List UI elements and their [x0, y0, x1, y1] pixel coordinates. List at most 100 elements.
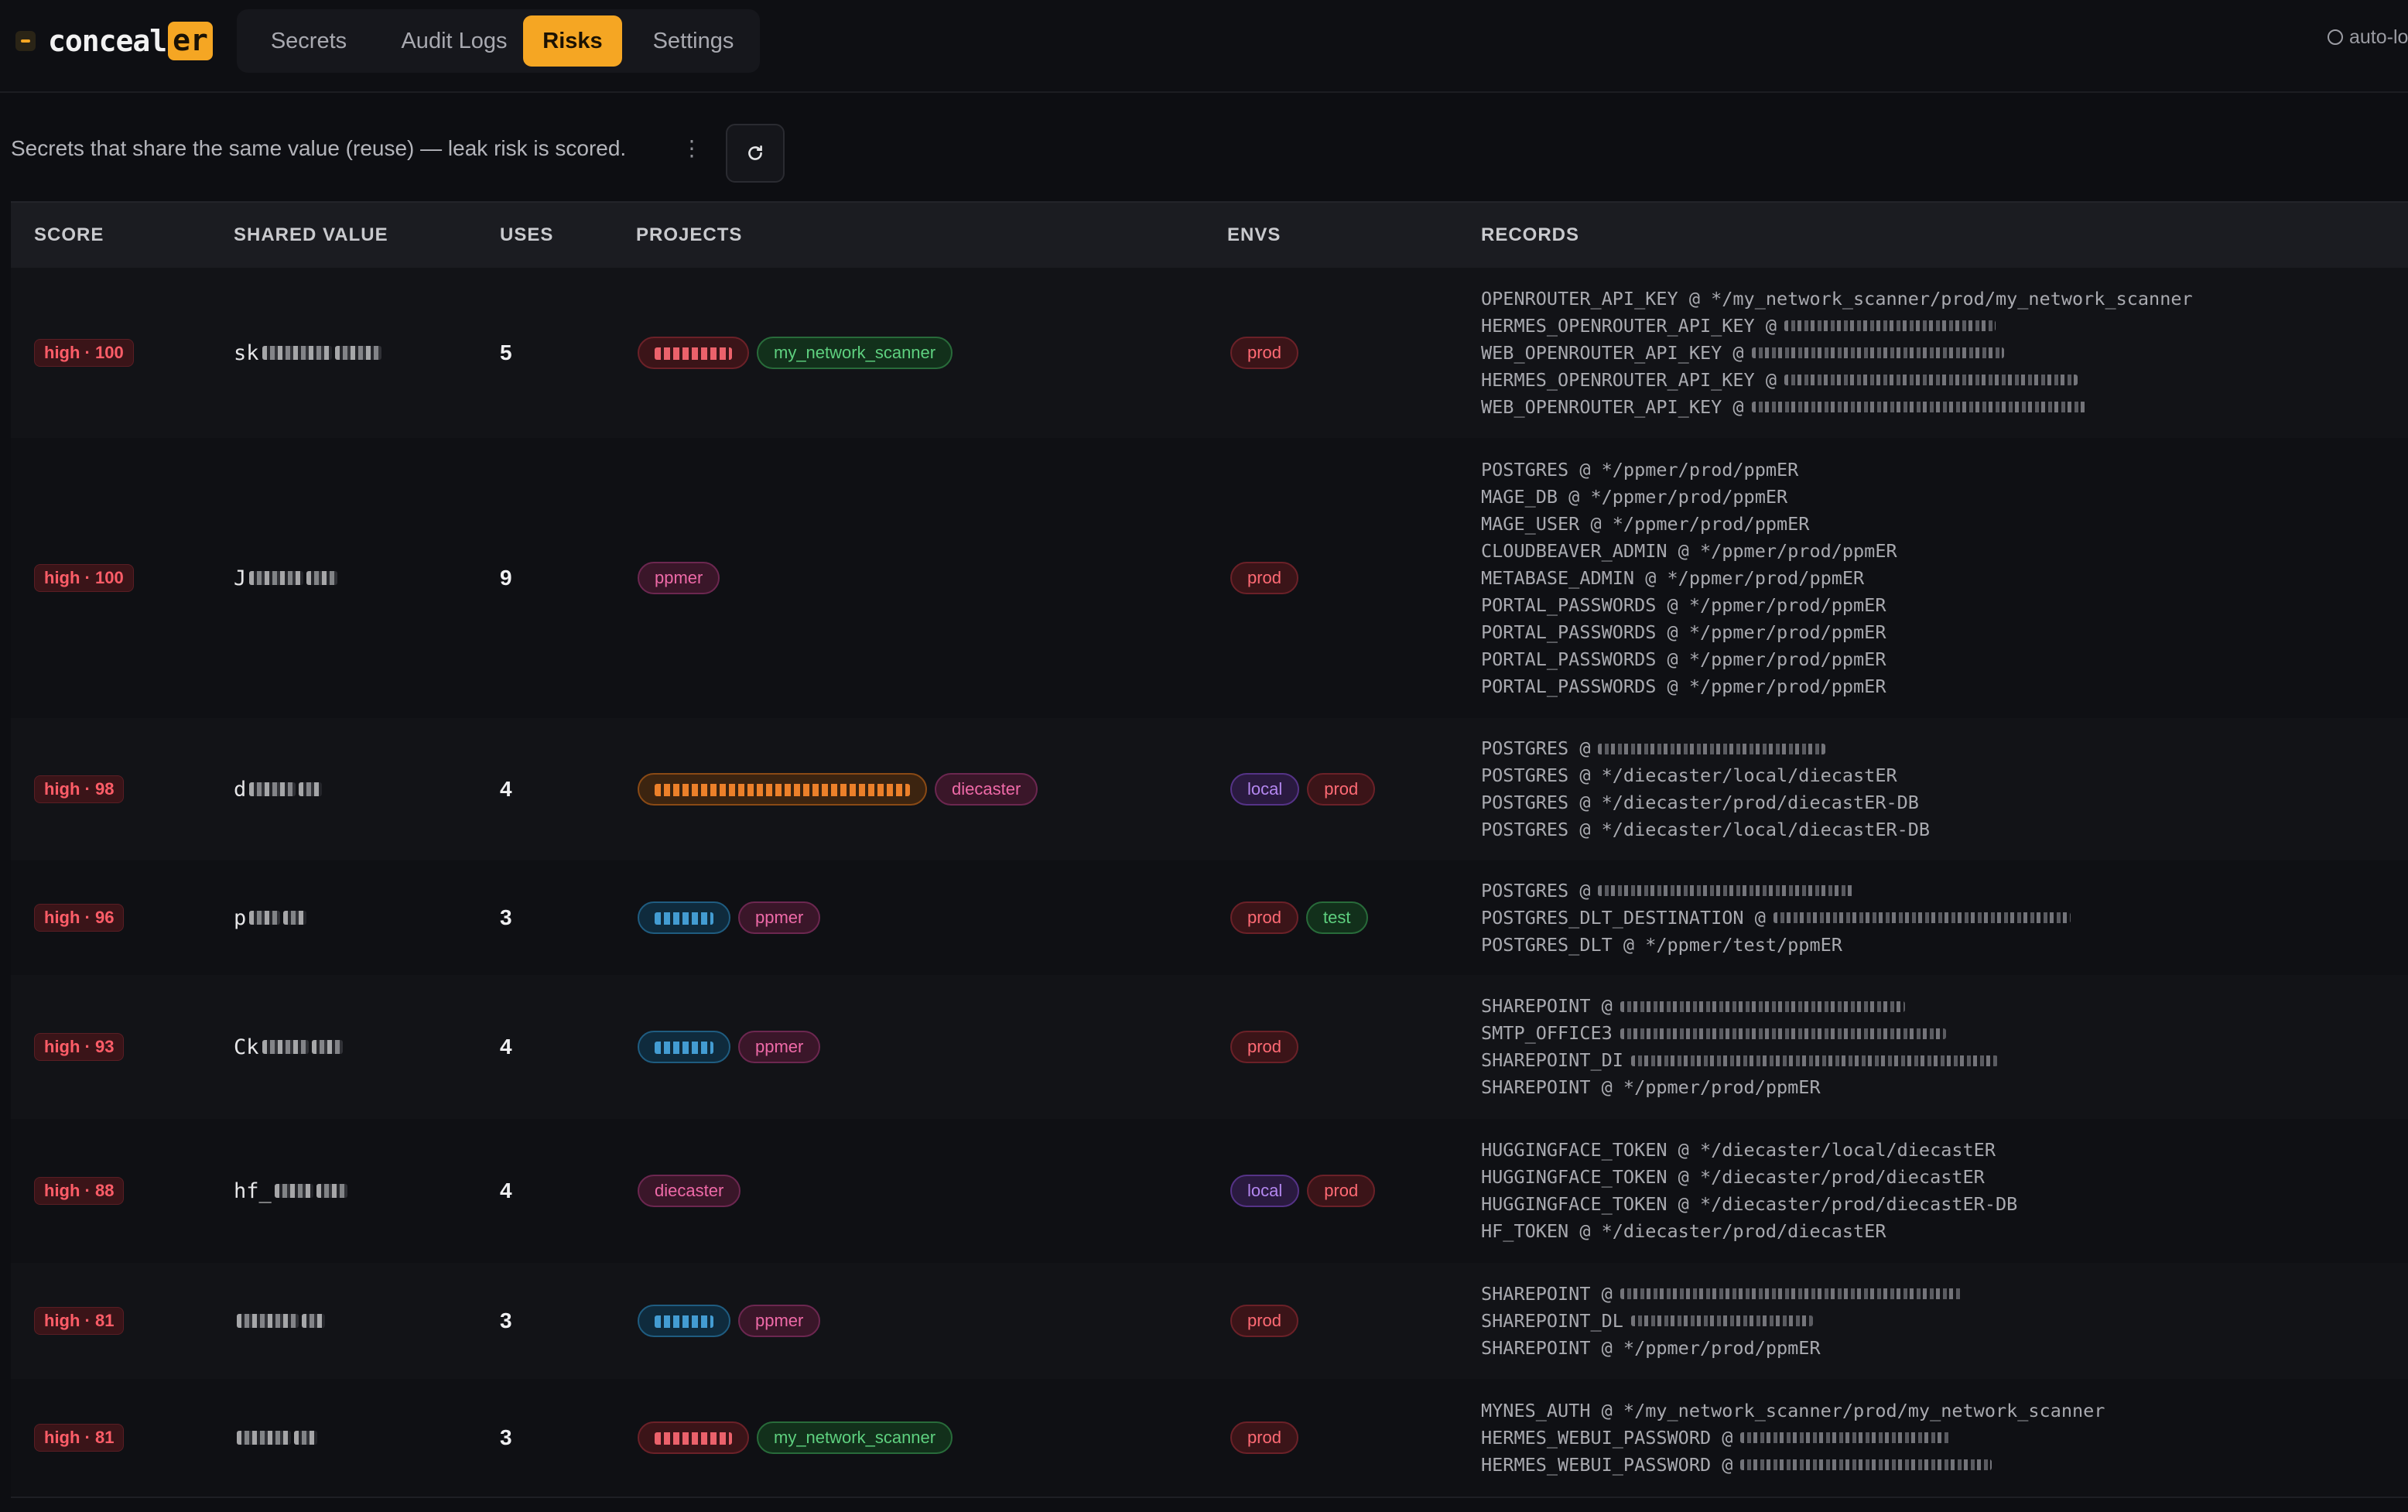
env-tag[interactable]: local: [1230, 1175, 1300, 1207]
record-line[interactable]: MYNES_AUTH @ */my_network_scanner/prod/m…: [1481, 1397, 2105, 1425]
env-tag[interactable]: prod: [1230, 901, 1299, 934]
record-line[interactable]: PORTAL_PASSWORDS @ */ppmer/prod/ppmER: [1481, 646, 1886, 673]
record-line[interactable]: POSTGRES @ */diecaster/prod/diecastER-DB: [1481, 789, 1919, 816]
record-line[interactable]: OPENROUTER_API_KEY @ */my_network_scanne…: [1481, 286, 2193, 313]
record-text: POSTGRES @: [1481, 879, 1591, 901]
record-line[interactable]: POSTGRES @: [1481, 877, 1855, 905]
table-row[interactable]: high · 98 d 4 diecaster local prod POSTGRES @ P…: [11, 718, 2408, 862]
env-tag[interactable]: prod: [1230, 1031, 1299, 1063]
record-line[interactable]: HF_TOKEN @ */diecaster/prod/diecastER: [1481, 1218, 1886, 1245]
col-uses[interactable]: USES: [500, 203, 553, 268]
record-line[interactable]: PORTAL_PASSWORDS @ */ppmer/prod/ppmER: [1481, 673, 1886, 700]
record-line[interactable]: HERMES_OPENROUTER_API_KEY @: [1481, 367, 2078, 394]
record-line[interactable]: SHAREPOINT @: [1481, 993, 1905, 1020]
auto-lock-indicator[interactable]: auto-lo: [2328, 26, 2408, 49]
env-tag[interactable]: local: [1230, 773, 1300, 806]
record-line[interactable]: HUGGINGFACE_TOKEN @ */diecaster/local/di…: [1481, 1137, 1996, 1164]
record-line[interactable]: SHAREPOINT @ */ppmer/prod/ppmER: [1481, 1335, 1821, 1362]
table-row[interactable]: high · 100 sk 5 my_network_scanner prod OPENR…: [11, 268, 2408, 440]
col-records[interactable]: RECORDS: [1481, 203, 1579, 268]
shared-value-cell[interactable]: p: [234, 860, 307, 975]
record-line[interactable]: PORTAL_PASSWORDS @ */ppmer/prod/ppmER: [1481, 592, 1886, 619]
record-text: SHAREPOINT @: [1481, 1282, 1613, 1305]
shared-value-prefix: Ck: [234, 1035, 259, 1059]
shared-value-cell[interactable]: [234, 1263, 325, 1379]
shared-value-cell[interactable]: d: [234, 718, 323, 860]
project-tag[interactable]: ppmer: [738, 1305, 821, 1337]
record-line[interactable]: SHAREPOINT_DI: [1481, 1047, 1998, 1074]
app-logo[interactable]: conceal er: [9, 17, 213, 65]
env-tag[interactable]: prod: [1307, 1175, 1376, 1207]
record-line[interactable]: MAGE_DB @ */ppmer/prod/ppmER: [1481, 484, 1787, 511]
record-line[interactable]: SHAREPOINT_DL: [1481, 1308, 1813, 1335]
table-row[interactable]: high · 96 p 3 ppmer prod test POSTGRES @ POSTGR…: [11, 860, 2408, 977]
more-options-icon[interactable]: ⋮: [681, 133, 703, 164]
col-envs[interactable]: ENVS: [1227, 203, 1281, 268]
project-tag[interactable]: ppmer: [738, 1031, 821, 1063]
record-text: SHAREPOINT @: [1481, 995, 1613, 1017]
record-line[interactable]: SMTP_OFFICE3: [1481, 1020, 1946, 1047]
col-projects[interactable]: PROJECTS: [636, 203, 742, 268]
project-tag[interactable]: [638, 1305, 730, 1337]
project-tag[interactable]: diecaster: [935, 773, 1038, 806]
table-row[interactable]: high · 81 3 ppmer prod SHAREPOINT @ SHAREPOIN…: [11, 1263, 2408, 1380]
record-line[interactable]: POSTGRES_DLT @ */ppmer/test/ppmER: [1481, 932, 1842, 959]
env-tag[interactable]: prod: [1230, 1305, 1299, 1337]
project-tag[interactable]: [638, 1031, 730, 1063]
project-tag[interactable]: [638, 1421, 749, 1454]
nav-secrets[interactable]: Secrets: [245, 15, 373, 67]
project-tag[interactable]: [638, 337, 749, 369]
record-line[interactable]: METABASE_ADMIN @ */ppmer/prod/ppmER: [1481, 565, 1864, 592]
project-tag[interactable]: diecaster: [638, 1175, 741, 1207]
record-line[interactable]: CLOUDBEAVER_ADMIN @ */ppmer/prod/ppmER: [1481, 538, 1897, 565]
col-shared-value[interactable]: SHARED VALUE: [234, 203, 388, 268]
score-badge: high · 100: [34, 339, 134, 367]
auto-lock-label: auto-lo: [2349, 26, 2408, 48]
record-line[interactable]: MAGE_USER @ */ppmer/prod/ppmER: [1481, 511, 1809, 538]
nav-risks[interactable]: Risks: [523, 15, 622, 67]
record-line[interactable]: WEB_OPENROUTER_API_KEY @: [1481, 394, 2086, 421]
project-tag[interactable]: my_network_scanner: [757, 1421, 953, 1454]
record-line[interactable]: HERMES_WEBUI_PASSWORD @: [1481, 1452, 1992, 1479]
shared-value-cell[interactable]: hf_: [234, 1119, 347, 1263]
record-line[interactable]: POSTGRES @: [1481, 735, 1826, 762]
record-line[interactable]: POSTGRES @ */ppmer/prod/ppmER: [1481, 457, 1798, 484]
env-tag[interactable]: prod: [1230, 1421, 1299, 1454]
project-tag[interactable]: my_network_scanner: [757, 337, 953, 369]
record-line[interactable]: HUGGINGFACE_TOKEN @ */diecaster/prod/die…: [1481, 1191, 2017, 1218]
record-line[interactable]: POSTGRES @ */diecaster/local/diecastER-D…: [1481, 816, 1930, 843]
top-bar: conceal er Secrets Audit Logs Risks Sett…: [0, 0, 2408, 93]
table-row[interactable]: high · 100 J 9 ppmer prod POSTGRES @ */ppmer/…: [11, 438, 2408, 720]
env-tag[interactable]: prod: [1230, 337, 1299, 369]
record-line[interactable]: WEB_OPENROUTER_API_KEY @: [1481, 340, 2004, 367]
project-tag[interactable]: ppmer: [738, 901, 821, 934]
project-tag[interactable]: [638, 773, 927, 806]
shared-value-cell[interactable]: sk: [234, 268, 381, 438]
record-line[interactable]: PORTAL_PASSWORDS @ */ppmer/prod/ppmER: [1481, 619, 1886, 646]
record-line[interactable]: HERMES_WEBUI_PASSWORD @: [1481, 1425, 1951, 1452]
record-line[interactable]: HUGGINGFACE_TOKEN @ */diecaster/prod/die…: [1481, 1164, 1985, 1191]
shared-value-cell[interactable]: Ck: [234, 975, 343, 1119]
shared-value-cell[interactable]: J: [234, 438, 338, 718]
score-cell: high · 81: [34, 1263, 125, 1379]
record-line[interactable]: POSTGRES @ */diecaster/local/diecastER: [1481, 762, 1897, 789]
table-row[interactable]: high · 88 hf_ 4 diecaster local prod HUGGINGFA…: [11, 1119, 2408, 1264]
shared-value-cell[interactable]: [234, 1379, 317, 1497]
record-line[interactable]: SHAREPOINT @ */ppmer/prod/ppmER: [1481, 1074, 1821, 1101]
nav-settings[interactable]: Settings: [630, 15, 757, 67]
redacted-path: [1620, 1288, 1962, 1299]
table-row[interactable]: high · 81 3 my_network_scanner prod MYNES_AU…: [11, 1379, 2408, 1498]
redacted-value: [237, 1431, 291, 1445]
env-tag[interactable]: prod: [1307, 773, 1376, 806]
env-tag[interactable]: test: [1306, 901, 1368, 934]
col-score[interactable]: SCORE: [34, 203, 104, 268]
project-tag[interactable]: ppmer: [638, 562, 720, 594]
env-tag[interactable]: prod: [1230, 562, 1299, 594]
table-row[interactable]: high · 93 Ck 4 ppmer prod SHAREPOINT @ SMTP_OF…: [11, 975, 2408, 1120]
record-line[interactable]: SHAREPOINT @: [1481, 1281, 1962, 1308]
record-line[interactable]: HERMES_OPENROUTER_API_KEY @: [1481, 313, 1996, 340]
refresh-button[interactable]: [726, 124, 785, 183]
record-line[interactable]: POSTGRES_DLT_DESTINATION @: [1481, 905, 2071, 932]
project-tag[interactable]: [638, 901, 730, 934]
nav-audit-logs[interactable]: Audit Logs: [373, 15, 535, 67]
